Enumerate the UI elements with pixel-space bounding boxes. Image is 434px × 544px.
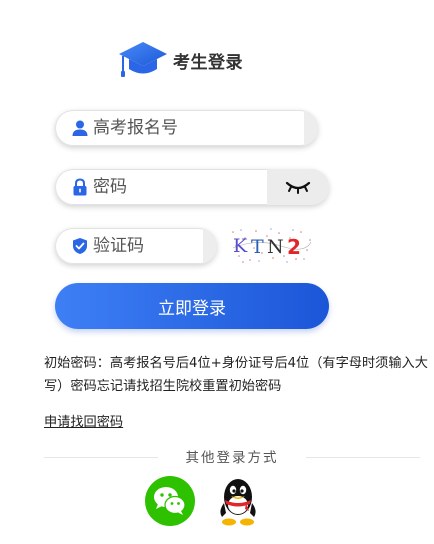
field-edge xyxy=(304,110,318,146)
graduation-cap-icon xyxy=(119,42,167,77)
eye-closed-icon xyxy=(285,181,311,194)
divider-line-right xyxy=(306,457,420,458)
page-title: 考生登录 xyxy=(173,52,243,73)
captcha-image[interactable]: K T N 2 xyxy=(229,226,313,264)
svg-text:2: 2 xyxy=(287,235,301,259)
header: 考生登录 xyxy=(117,38,243,82)
login-button[interactable]: 立即登录 xyxy=(55,283,329,329)
shield-check-icon xyxy=(73,238,87,254)
field-edge xyxy=(203,228,217,264)
password-field[interactable] xyxy=(55,169,329,205)
exam-number-input[interactable] xyxy=(93,118,283,138)
svg-text:T: T xyxy=(251,236,264,258)
initial-password-tip: 初始密码：高考报名号后4位+身份证号后4位（有字母时须输入大写）密码忘记请找招生… xyxy=(44,356,428,394)
svg-text:N: N xyxy=(267,236,284,258)
lock-icon xyxy=(73,178,87,196)
wechat-login-button[interactable] xyxy=(145,476,195,526)
other-login-label: 其他登录方式 xyxy=(185,450,279,466)
retrieve-password-link[interactable]: 申请找回密码 xyxy=(44,411,123,430)
divider-line-left xyxy=(44,457,158,458)
password-toggle-button[interactable] xyxy=(267,169,329,205)
captcha-field[interactable] xyxy=(55,228,217,264)
qq-icon xyxy=(220,479,256,526)
svg-text:K: K xyxy=(233,235,248,257)
captcha-input[interactable] xyxy=(93,236,193,256)
user-icon xyxy=(72,120,88,136)
wechat-icon xyxy=(145,476,195,526)
qq-login-button[interactable] xyxy=(212,473,264,529)
exam-number-field[interactable] xyxy=(55,110,318,146)
password-input[interactable] xyxy=(93,177,263,197)
